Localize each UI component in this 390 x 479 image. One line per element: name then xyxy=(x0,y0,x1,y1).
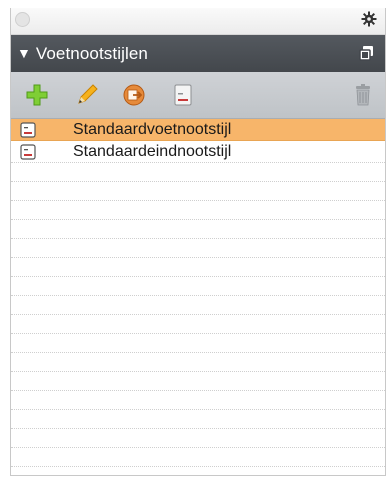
gear-icon[interactable] xyxy=(361,11,377,27)
load-style-button[interactable] xyxy=(122,83,146,107)
styles-toolbar xyxy=(11,72,385,119)
style-list-item[interactable]: Standaardeindnootstijl xyxy=(11,141,385,163)
empty-list-row xyxy=(11,334,385,353)
empty-list-row xyxy=(11,448,385,467)
styles-list: Standaardvoetnootstijl Standaardeindnoot… xyxy=(11,119,385,475)
style-name: Standaardeindnootstijl xyxy=(73,143,232,160)
empty-list-row xyxy=(11,391,385,410)
empty-list-row xyxy=(11,372,385,391)
empty-list-area xyxy=(11,163,385,467)
empty-list-row xyxy=(11,220,385,239)
add-style-button[interactable] xyxy=(25,83,49,107)
panel-title: Voetnootstijlen xyxy=(35,43,148,63)
detach-panel-icon[interactable] xyxy=(359,45,375,61)
endnote-style-icon xyxy=(20,144,36,160)
empty-list-row xyxy=(11,163,385,182)
style-list-item[interactable]: Standaardvoetnootstijl xyxy=(11,119,385,141)
empty-list-row xyxy=(11,296,385,315)
panel-title-bar[interactable]: ▼ Voetnootstijlen xyxy=(11,35,385,72)
collapse-triangle-icon[interactable]: ▼ xyxy=(17,45,31,61)
duplicate-style-button[interactable] xyxy=(171,83,195,107)
empty-list-row xyxy=(11,410,385,429)
empty-list-row xyxy=(11,315,385,334)
empty-list-row xyxy=(11,182,385,201)
delete-style-button[interactable] xyxy=(351,83,375,107)
empty-list-row xyxy=(11,258,385,277)
empty-list-row xyxy=(11,353,385,372)
close-circle-icon[interactable] xyxy=(15,12,30,27)
panel-top-strip xyxy=(11,8,385,35)
footnote-style-icon xyxy=(20,122,36,138)
empty-list-row xyxy=(11,239,385,258)
footnote-styles-panel: ▼ Voetnootstijlen Standaardvoetnootstijl… xyxy=(10,8,386,476)
empty-list-row xyxy=(11,429,385,448)
empty-list-row xyxy=(11,201,385,220)
style-name: Standaardvoetnootstijl xyxy=(73,121,232,138)
edit-style-button[interactable] xyxy=(75,83,99,107)
empty-list-row xyxy=(11,277,385,296)
